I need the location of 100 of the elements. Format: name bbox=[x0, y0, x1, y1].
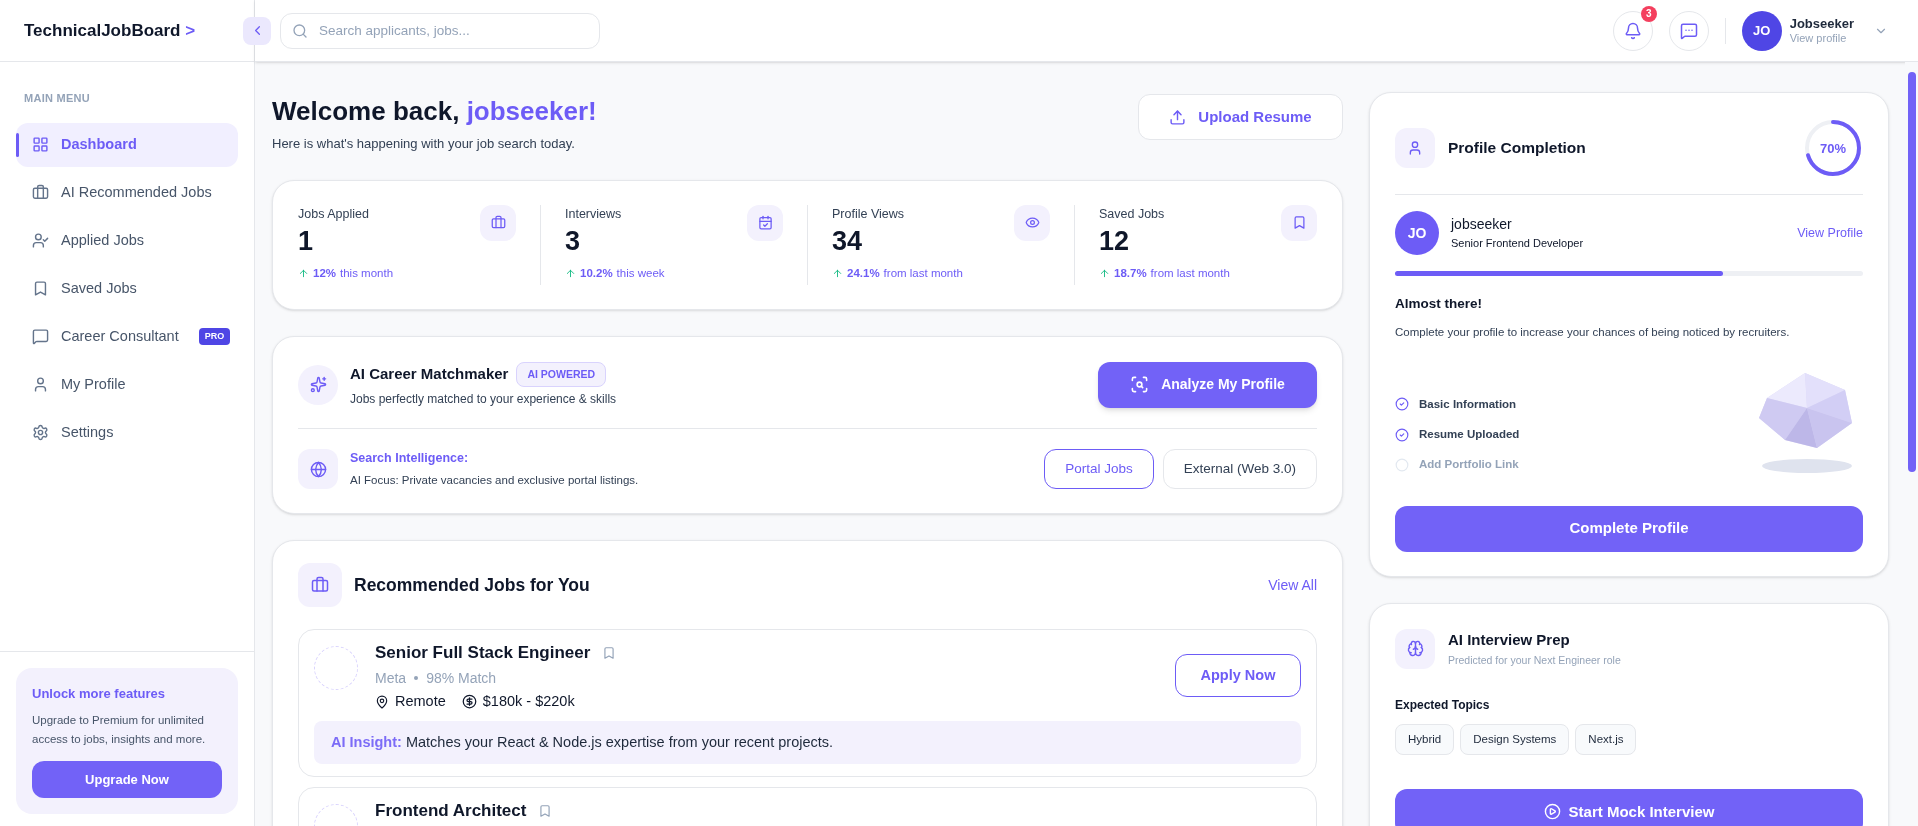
stat-change: 12% bbox=[313, 266, 337, 282]
stat-label: Profile Views bbox=[832, 205, 906, 223]
sidebar-item[interactable]: Saved Jobs bbox=[16, 266, 238, 311]
stat-value: 1 bbox=[298, 225, 315, 259]
upgrade-button[interactable]: Upgrade Now bbox=[32, 761, 222, 798]
welcome-title: Welcome back, jobseeker! bbox=[272, 95, 597, 128]
source-toggle[interactable]: External (Web 3.0) bbox=[1162, 449, 1317, 490]
arrow-up-icon bbox=[565, 268, 576, 280]
chat-icon bbox=[32, 328, 49, 345]
stat-change: 10.2% bbox=[580, 266, 613, 282]
user-name: Jobseeker bbox=[1789, 15, 1854, 32]
almost-there-heading: Almost there! bbox=[1395, 295, 1483, 313]
completion-ring bbox=[1803, 118, 1863, 178]
stat-label: Interviews bbox=[565, 205, 623, 223]
sidebar-item[interactable]: Dashboard bbox=[16, 122, 238, 167]
brain-icon bbox=[1406, 640, 1424, 658]
user-menu[interactable]: JO Jobseeker View profile bbox=[1741, 10, 1888, 51]
promo-title: Unlock more features bbox=[32, 684, 166, 703]
upload-resume-button[interactable]: Upload Resume bbox=[1138, 94, 1343, 140]
user-check-icon bbox=[32, 232, 49, 249]
topic-tag: Hybrid bbox=[1395, 723, 1455, 755]
job-location: Remote bbox=[395, 691, 446, 711]
recommended-title: Recommended Jobs for You bbox=[354, 574, 590, 598]
section-title: MAIN MENU bbox=[23, 91, 92, 106]
sidebar-item[interactable]: AI Recommended Jobs bbox=[16, 170, 238, 215]
topic-tag: Design Systems bbox=[1460, 723, 1570, 755]
collapse-button[interactable] bbox=[243, 16, 271, 45]
bookmark-icon bbox=[32, 280, 49, 297]
apply-button[interactable]: Apply Now bbox=[1175, 654, 1301, 698]
sidebar-item[interactable]: Career Consultant PRO bbox=[16, 314, 238, 359]
matchmaker-title: AI Career Matchmaker bbox=[350, 364, 509, 385]
stat-value: 12 bbox=[1099, 225, 1131, 259]
analyze-profile-button[interactable]: Analyze My Profile bbox=[1098, 361, 1317, 408]
promo-text: Upgrade to Premium for unlimited access to jobs, insights and more. bbox=[32, 713, 207, 747]
topic-tag: Next.js bbox=[1575, 723, 1637, 755]
sparkles-icon bbox=[309, 376, 327, 394]
intelligence-text: AI Focus: Private vacancies and exclusive portal listings. bbox=[350, 473, 639, 488]
bookmark-icon bbox=[1291, 215, 1307, 230]
ai-powered-badge: AI POWERED bbox=[516, 361, 607, 388]
briefcase-icon bbox=[311, 576, 329, 595]
stat-period: this week bbox=[616, 266, 665, 282]
view-all-link[interactable]: View All bbox=[1268, 574, 1317, 596]
checklist-item: Resume Uploaded bbox=[1419, 427, 1520, 442]
map-pin-icon bbox=[375, 694, 389, 709]
start-mock-interview-button[interactable]: Start Mock Interview bbox=[1395, 788, 1863, 826]
user-avatar: JO bbox=[1741, 10, 1782, 51]
job-title: Senior Full Stack Engineer bbox=[375, 642, 591, 665]
profile-avatar: JO bbox=[1395, 211, 1439, 255]
dollar-icon bbox=[461, 694, 477, 710]
topics-title: Expected Topics bbox=[1395, 696, 1491, 714]
bell-icon bbox=[1623, 21, 1642, 40]
complete-profile-button[interactable]: Complete Profile bbox=[1395, 505, 1863, 552]
scan-search-icon bbox=[1130, 375, 1150, 395]
intelligence-title: Search Intelligence: bbox=[350, 450, 470, 468]
interview-prep-subtitle: Predicted for your Next Engineer role bbox=[1448, 653, 1621, 668]
ai-insight-banner: AI Insight: Matches your React & Node.js expertise from your recent projects. bbox=[314, 720, 1301, 765]
job-salary: $180k - $220k bbox=[482, 691, 575, 711]
sidebar-item[interactable]: Applied Jobs bbox=[16, 218, 238, 263]
globe-icon bbox=[309, 460, 327, 478]
match-score: 98% Match bbox=[426, 668, 497, 688]
interview-prep-title: AI Interview Prep bbox=[1448, 629, 1571, 650]
bookmark-icon[interactable] bbox=[538, 804, 553, 818]
source-toggle[interactable]: Portal Jobs bbox=[1044, 449, 1154, 490]
search-icon bbox=[292, 22, 308, 39]
company-name: Meta bbox=[375, 668, 407, 688]
upload-icon bbox=[1169, 108, 1187, 126]
eye-icon bbox=[1024, 215, 1040, 230]
sidebar-item[interactable]: My Profile bbox=[16, 362, 238, 407]
briefcase-icon bbox=[490, 215, 506, 230]
arrow-up-icon bbox=[832, 268, 843, 280]
brand-logo[interactable]: TechnicalJobBoard > bbox=[24, 17, 196, 44]
message-icon bbox=[1679, 21, 1698, 40]
user-icon bbox=[32, 376, 49, 393]
bookmark-icon[interactable] bbox=[602, 646, 617, 660]
calendar-icon bbox=[757, 215, 773, 230]
stat-value: 3 bbox=[565, 225, 582, 259]
job-card[interactable]: Frontend Architect bbox=[298, 787, 1317, 826]
job-card[interactable]: Senior Full Stack Engineer Meta 98% Match Remote $180k - $220k Apply Now AI Insight: Matches your React & Node.js expertise from your recent projects. bbox=[298, 629, 1317, 778]
arrow-up-icon bbox=[298, 268, 309, 280]
completion-text: Complete your profile to increase your chances of being noticed by recruiters. bbox=[1395, 325, 1791, 341]
notification-count: 3 bbox=[1640, 5, 1657, 22]
pro-badge: PRO bbox=[198, 327, 231, 346]
user-icon bbox=[1407, 140, 1423, 156]
stat-period: from last month bbox=[883, 266, 963, 282]
arrow-up-icon bbox=[1099, 268, 1110, 280]
stat-period: this month bbox=[340, 266, 394, 282]
stat-change: 24.1% bbox=[847, 266, 880, 282]
stat-label: Jobs Applied bbox=[298, 205, 370, 223]
profile-role: Senior Frontend Developer bbox=[1451, 236, 1584, 252]
view-profile-link[interactable]: View Profile bbox=[1797, 223, 1863, 243]
completion-percent: 70% bbox=[1820, 141, 1846, 155]
profile-completion-title: Profile Completion bbox=[1448, 138, 1586, 159]
user-subtitle: View profile bbox=[1789, 31, 1848, 46]
search-field[interactable]: Search applicants, jobs... bbox=[280, 12, 600, 49]
stat-period: from last month bbox=[1150, 266, 1230, 282]
stat-change: 18.7% bbox=[1114, 266, 1147, 282]
sidebar-item[interactable]: Settings bbox=[16, 410, 238, 455]
dashboard-icon bbox=[32, 136, 49, 153]
checklist-item: Add Portfolio Link bbox=[1419, 457, 1519, 473]
job-title: Frontend Architect bbox=[375, 800, 527, 823]
